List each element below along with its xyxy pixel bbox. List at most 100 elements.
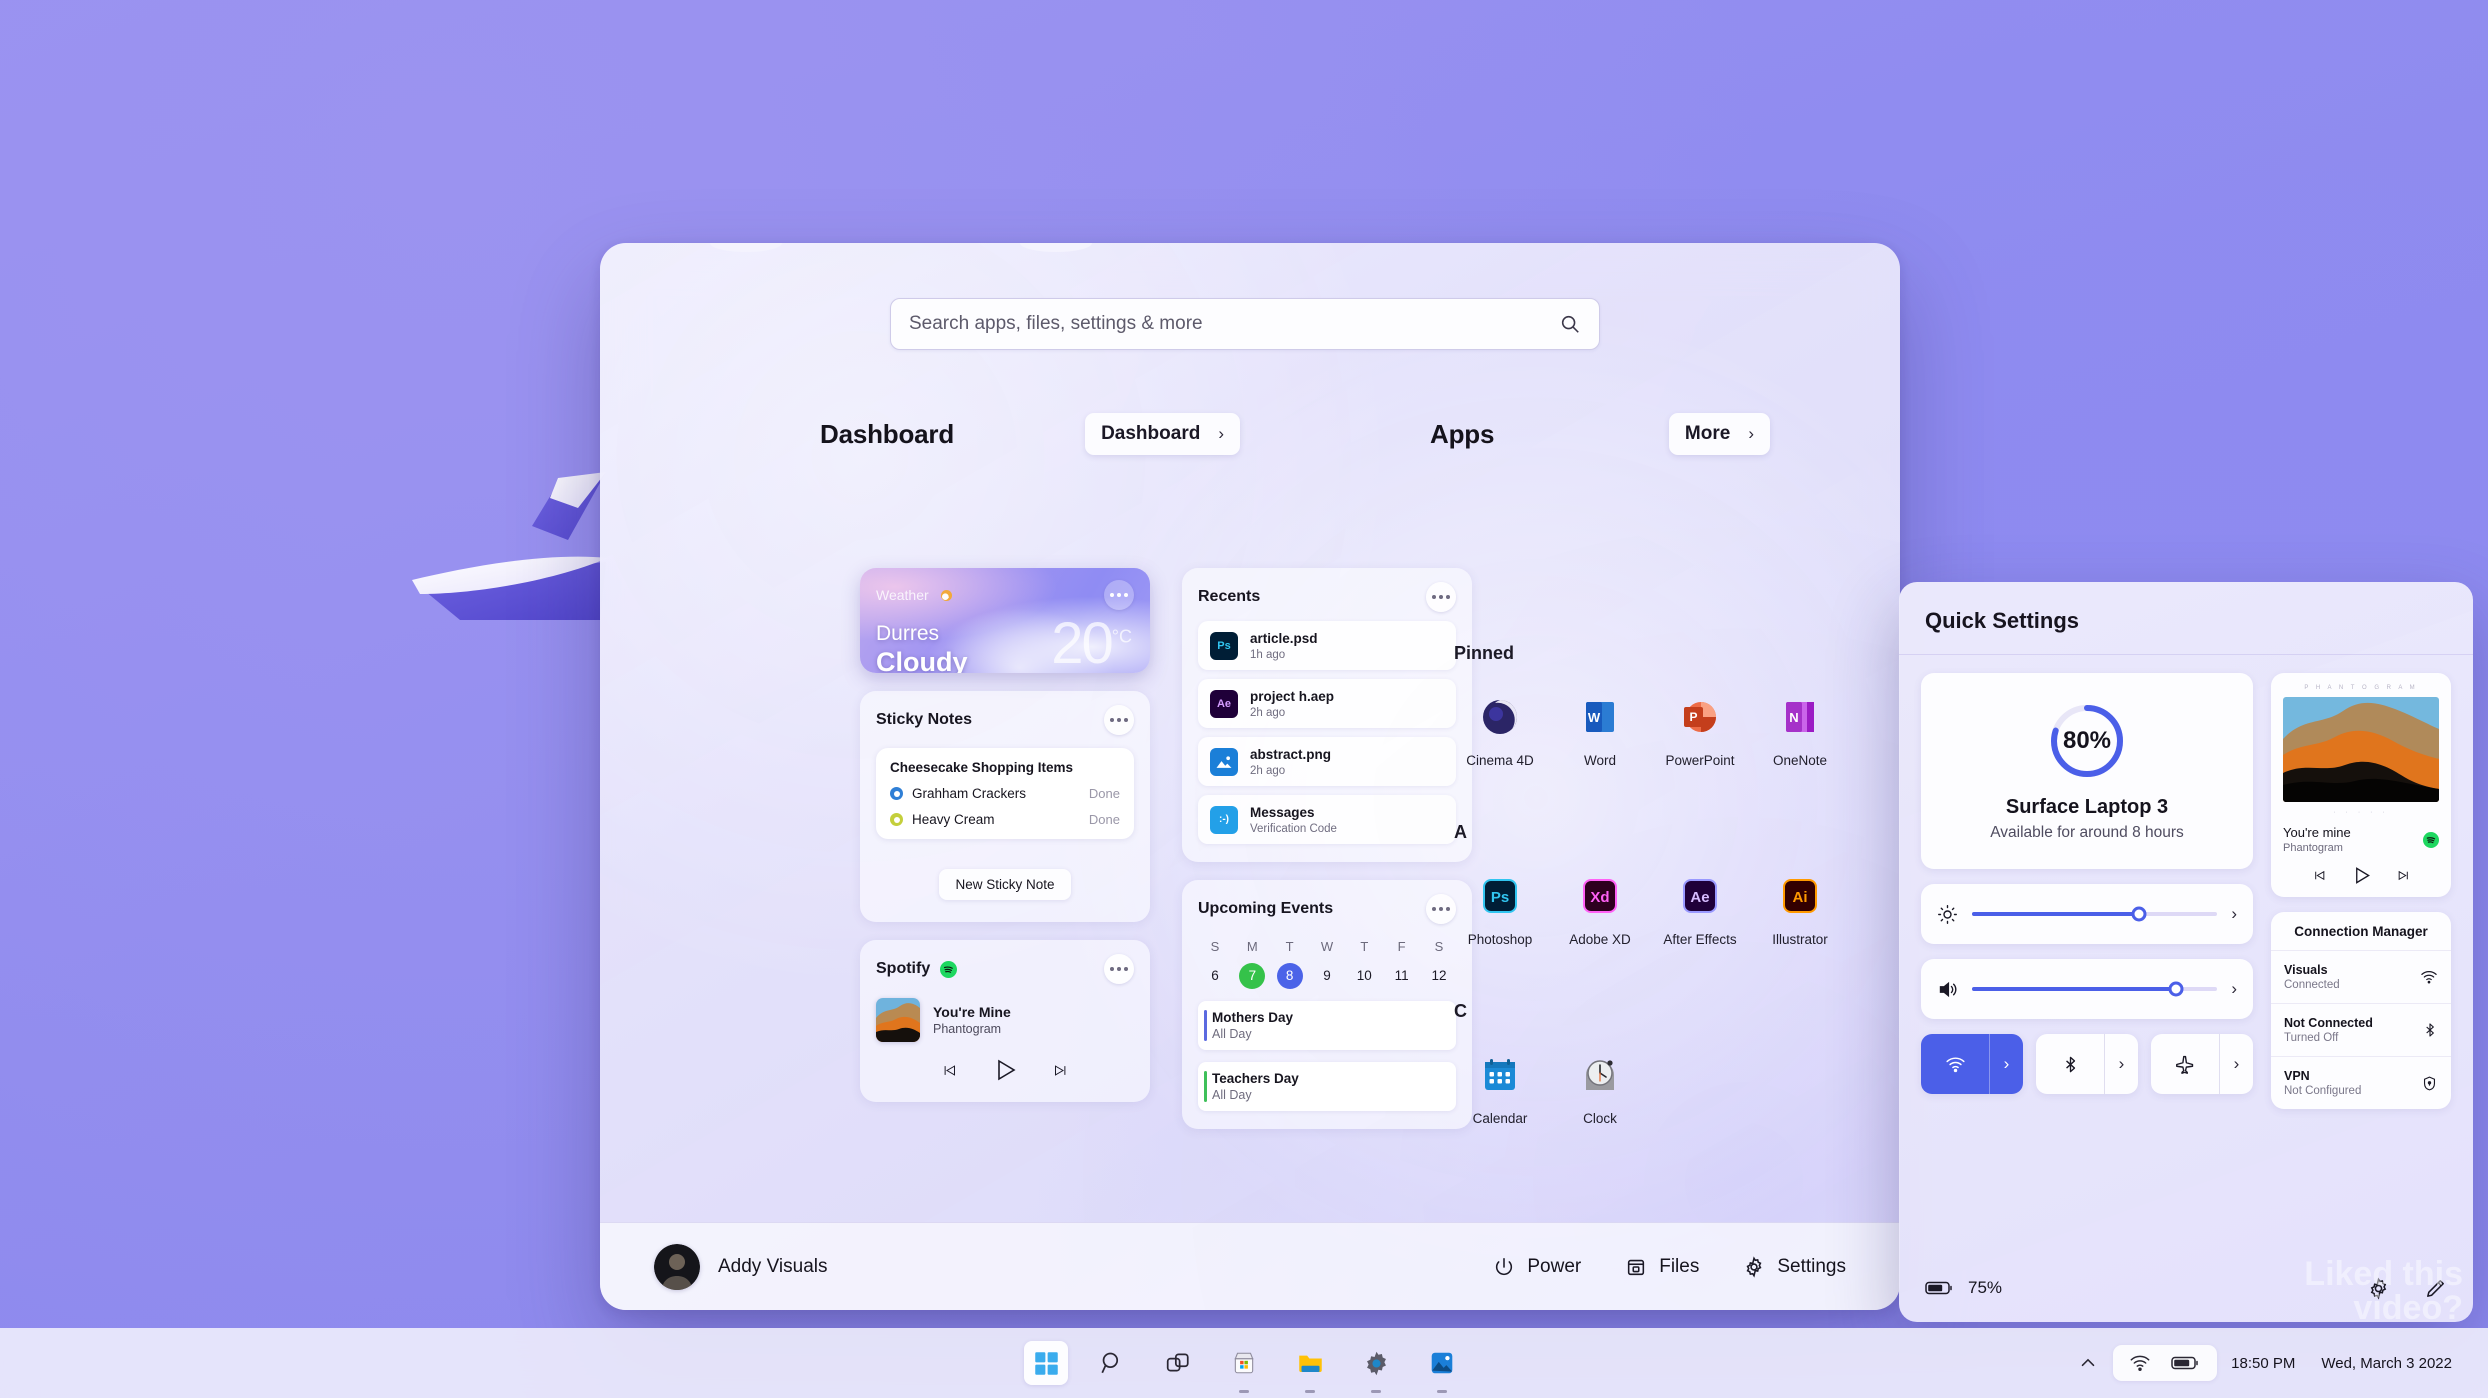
app-adobexd[interactable]: Xd Adobe XD [1550, 873, 1650, 947]
settings-label: Settings [1777, 1255, 1846, 1277]
settings-button[interactable]: Settings [1743, 1256, 1846, 1278]
album-band-text: P H A N T O G R A M [2304, 685, 2418, 691]
battery-icon [2171, 1356, 2198, 1370]
event-item[interactable]: Mothers Day All Day [1198, 1001, 1456, 1050]
app-clock[interactable]: Clock [1550, 1052, 1650, 1126]
connection-row-vpn[interactable]: VPN Not Configured [2271, 1057, 2451, 1109]
recent-item[interactable]: :-) Messages Verification Code [1198, 795, 1456, 844]
new-sticky-note-button[interactable]: New Sticky Note [939, 869, 1071, 900]
day-label: S [1210, 939, 1220, 954]
sticky-note-item[interactable]: Heavy Cream Done [890, 812, 1120, 827]
store-button[interactable] [1222, 1341, 1266, 1393]
calendar-day[interactable]: 11 [1389, 963, 1415, 989]
brightness-slider-row[interactable]: › [1921, 884, 2253, 944]
brightness-track[interactable] [1972, 906, 2218, 922]
search-input[interactable]: Search apps, files, settings & more [890, 298, 1600, 350]
recent-item[interactable]: Ps article.psd 1h ago [1198, 621, 1456, 670]
radio-icon[interactable] [890, 787, 903, 800]
recent-item-meta: 2h ago [1250, 707, 1286, 719]
airplane-icon [2151, 1054, 2219, 1075]
taskbar-search-button[interactable] [1090, 1341, 1134, 1385]
pencil-icon[interactable] [2424, 1277, 2447, 1300]
recents-menu-button[interactable] [1426, 582, 1456, 612]
day-label: F [1397, 939, 1406, 954]
files-button[interactable]: Files [1625, 1256, 1699, 1278]
calendar-day-today[interactable]: 8 [1276, 963, 1303, 989]
photos-button[interactable] [1420, 1341, 1464, 1393]
chevron-right-icon[interactable]: › [2231, 979, 2237, 999]
bluetooth-expand-button[interactable]: › [2104, 1034, 2138, 1094]
calendar-day[interactable]: 6 [1202, 963, 1228, 989]
clock-time[interactable]: 18:50 PM [2231, 1355, 2295, 1372]
user-avatar[interactable] [654, 1243, 700, 1290]
wifi-icon [2130, 1355, 2150, 1371]
connection-row-wifi[interactable]: Visuals Connected [2271, 951, 2451, 1004]
volume-slider-row[interactable]: › [1921, 959, 2253, 1019]
airplane-toggle[interactable]: › [2151, 1034, 2253, 1094]
start-button[interactable] [1024, 1341, 1068, 1385]
recent-item[interactable]: Ae project h.aep 2h ago [1198, 679, 1456, 728]
app-aftereffects[interactable]: Ae After Effects [1650, 873, 1750, 947]
store-icon [1234, 1352, 1254, 1374]
battery-percent: 80% [2062, 727, 2112, 754]
weather-menu-button[interactable] [1104, 580, 1134, 610]
chevron-up-icon[interactable] [2077, 1352, 2099, 1374]
app-illustrator[interactable]: Ai Illustrator [1750, 873, 1850, 947]
spotify-menu-button[interactable] [1104, 954, 1134, 984]
volume-track[interactable] [1972, 981, 2218, 997]
calendar-day[interactable]: 12 [1426, 963, 1452, 989]
spotify-controls [876, 1058, 1134, 1082]
app-word[interactable]: W Word [1550, 694, 1650, 768]
sticky-notes-menu-button[interactable] [1104, 705, 1134, 735]
weather-widget[interactable]: Weather Durres Cloudy 20°C [860, 568, 1150, 673]
calendar-day[interactable]: 9 [1314, 963, 1340, 989]
media-controls [2283, 866, 2439, 885]
start-menu-nub-left [710, 243, 782, 252]
app-label: OneNote [1772, 753, 1828, 768]
chevron-right-icon[interactable]: › [2231, 904, 2237, 924]
app-calendar[interactable]: Calendar [1450, 1052, 1550, 1126]
app-powerpoint[interactable]: P PowerPoint [1650, 694, 1750, 768]
airplane-expand-button[interactable]: › [2219, 1034, 2253, 1094]
folder-icon [1628, 1259, 1645, 1275]
wifi-expand-button[interactable]: › [1989, 1034, 2023, 1094]
sticky-notes-widget: Sticky Notes Cheesecake Shopping Items G… [860, 691, 1150, 922]
recent-item-name: Messages [1250, 805, 1315, 820]
event-item[interactable]: Teachers Day All Day [1198, 1062, 1456, 1111]
dashboard-button[interactable]: Dashboard › [1085, 413, 1240, 455]
user-name: Addy Visuals [718, 1255, 828, 1277]
more-apps-button[interactable]: More › [1668, 413, 1770, 455]
prev-icon[interactable] [942, 1063, 957, 1078]
tray-status-group[interactable] [2113, 1345, 2218, 1381]
sticky-note[interactable]: Cheesecake Shopping Items Grahham Cracke… [876, 748, 1134, 839]
play-icon[interactable] [993, 1058, 1017, 1082]
dashboard-title: Dashboard [820, 418, 955, 449]
running-indicator [1239, 1390, 1249, 1393]
app-photoshop[interactable]: Ps Photoshop [1450, 873, 1550, 947]
gear-icon[interactable] [2367, 1276, 2390, 1300]
connection-row-bluetooth[interactable]: Not Connected Turned Off [2271, 1004, 2451, 1057]
recent-item[interactable]: abstract.png 2h ago [1198, 737, 1456, 786]
taskbar-settings-button[interactable] [1354, 1341, 1398, 1393]
app-onenote[interactable]: N OneNote [1750, 694, 1850, 768]
clock-date[interactable]: Wed, March 3 2022 [2321, 1355, 2452, 1372]
calendar-day-event[interactable]: 7 [1239, 963, 1266, 989]
connection-name: VPN [2284, 1069, 2310, 1083]
dashboard-button-label: Dashboard [1101, 423, 1201, 444]
task-view-button[interactable] [1156, 1341, 1200, 1385]
next-icon[interactable] [1053, 1063, 1068, 1078]
sticky-note-item[interactable]: Grahham Crackers Done [890, 786, 1120, 801]
app-cinema4d[interactable]: Cinema 4D [1450, 694, 1550, 768]
radio-icon[interactable] [890, 813, 903, 826]
quick-settings-footer-icons [2367, 1276, 2447, 1300]
calendar-day[interactable]: 10 [1351, 963, 1377, 989]
next-icon[interactable] [2397, 869, 2410, 882]
battery-ring: 80% [2046, 700, 2128, 782]
file-explorer-button[interactable] [1288, 1341, 1332, 1393]
play-icon[interactable] [2352, 866, 2371, 885]
bluetooth-toggle[interactable]: › [2036, 1034, 2138, 1094]
prev-icon[interactable] [2313, 869, 2326, 882]
power-button[interactable]: Power [1493, 1256, 1581, 1278]
wifi-toggle[interactable]: › [1921, 1034, 2023, 1094]
wifi-icon [2421, 970, 2437, 984]
